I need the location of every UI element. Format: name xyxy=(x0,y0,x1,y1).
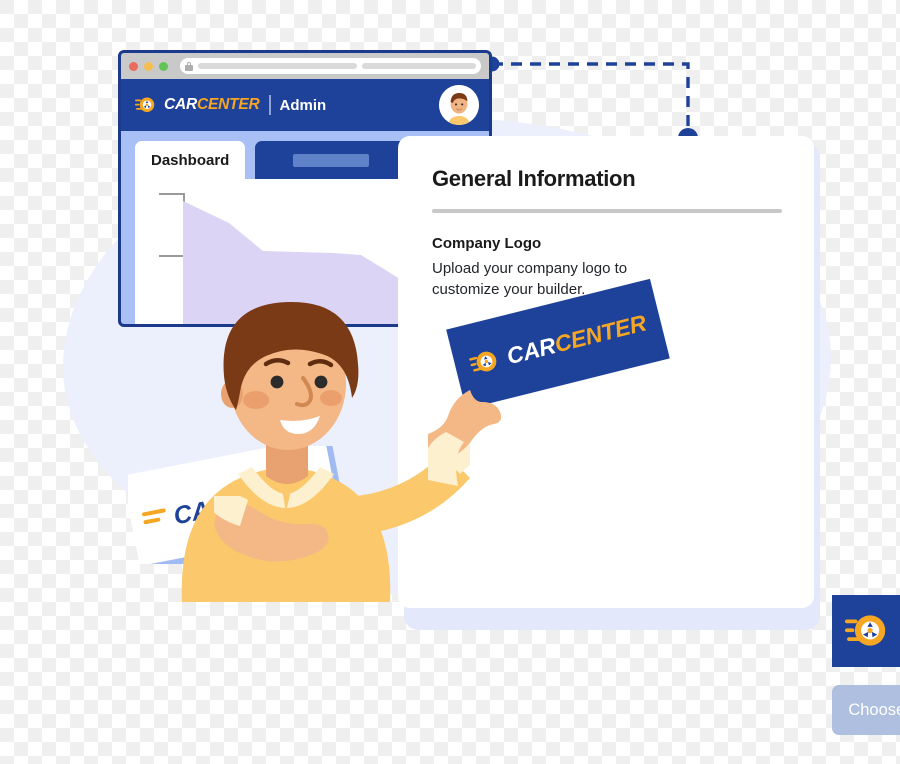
illustration-stage: CARCENTER Admin Dashboard General Inform… xyxy=(0,0,900,735)
tab-dashboard-label: Dashboard xyxy=(151,151,230,169)
lock-icon xyxy=(185,61,193,71)
url-placeholder-segment xyxy=(362,63,476,69)
fav-icon-preview[interactable] xyxy=(832,595,900,667)
title-divider xyxy=(432,209,782,213)
brand-wordmark: CARCENTER xyxy=(164,96,260,113)
right-hand xyxy=(428,390,502,486)
tab-placeholder-bar xyxy=(293,153,370,167)
url-placeholder-segment xyxy=(198,63,358,69)
app-header: CARCENTER Admin xyxy=(121,79,489,131)
header-divider xyxy=(268,95,271,115)
maximize-green-icon[interactable] xyxy=(159,61,168,71)
browser-chrome-bar xyxy=(121,53,489,79)
brand-logo[interactable]: CARCENTER xyxy=(135,94,260,116)
carcenter-wheel-icon xyxy=(845,615,886,646)
minimize-yellow-icon[interactable] xyxy=(144,61,153,71)
choose-an-image-button[interactable]: Choose an image xyxy=(832,685,900,735)
left-hand xyxy=(214,496,329,562)
address-bar[interactable] xyxy=(180,58,481,74)
card-actions: Choose an image Save xyxy=(832,685,900,735)
carcenter-wheel-icon xyxy=(135,97,155,112)
avatar[interactable] xyxy=(439,85,479,125)
dashed-connector xyxy=(484,56,698,138)
fav-icon-row: Fav Icon Upload your company favicon to … xyxy=(832,595,900,764)
company-logo-heading: Company Logo xyxy=(432,235,542,252)
carcenter-wheel-icon xyxy=(468,351,497,372)
header-section-label: Admin xyxy=(279,96,327,114)
tab-dashboard[interactable]: Dashboard xyxy=(135,141,246,179)
company-logo-description: Upload your company logo to customize yo… xyxy=(432,260,628,298)
logo-preview-wordmark: CARCENTER xyxy=(503,309,649,369)
tab-secondary[interactable] xyxy=(255,141,408,179)
page-title: General Information xyxy=(432,166,636,191)
close-red-icon[interactable] xyxy=(129,61,138,71)
